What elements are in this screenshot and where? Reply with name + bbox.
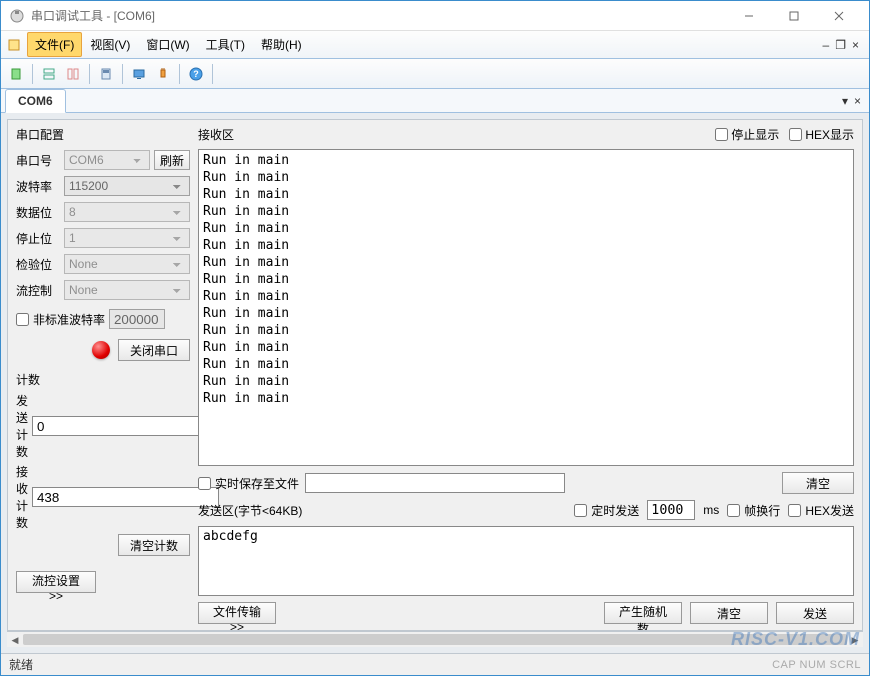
toolbar-calc-icon[interactable] (95, 63, 117, 85)
send-button[interactable]: 发送 (776, 602, 854, 624)
toolbar-monitor-icon[interactable] (128, 63, 150, 85)
timed-send-checkbox[interactable] (574, 504, 587, 517)
save-path-input[interactable] (305, 473, 565, 493)
window-title: 串口调试工具 - [COM6] (31, 7, 726, 24)
receive-textarea[interactable]: Run in main Run in main Run in main Run … (198, 149, 854, 466)
statusbar: 就绪 CAP NUM SCRL (1, 653, 869, 675)
tx-count-input[interactable] (32, 416, 219, 436)
new-window-icon[interactable] (5, 36, 23, 54)
clear-send-button[interactable]: 清空 (690, 602, 768, 624)
close-button[interactable] (816, 2, 861, 30)
toolbar-help-icon[interactable]: ? (185, 63, 207, 85)
nonstd-baud-input[interactable] (109, 309, 165, 329)
app-window: 串口调试工具 - [COM6] 文件(F) 视图(V) 窗口(W) 工具(T) … (0, 0, 870, 676)
baud-label: 波特率 (16, 178, 60, 195)
flowctrl-select[interactable]: None (64, 280, 190, 300)
toolbar: ? (1, 59, 869, 89)
hex-send-toggle[interactable]: HEX发送 (788, 502, 854, 519)
mdi-close-icon[interactable]: × (852, 38, 859, 52)
client-area: 串口配置 串口号 COM6 刷新 波特率 115200 数据位 8 停止位 1 (1, 113, 869, 653)
interval-input[interactable] (647, 500, 695, 520)
config-title: 串口配置 (16, 126, 190, 143)
ms-label: ms (703, 503, 719, 517)
file-transfer-button[interactable]: 文件传输>> (198, 602, 276, 624)
scroll-left-icon[interactable]: ◀ (7, 632, 23, 648)
port-label: 串口号 (16, 152, 60, 169)
tabstrip: COM6 ▾ × (1, 89, 869, 113)
stopbits-label: 停止位 (16, 230, 60, 247)
left-panel: 串口配置 串口号 COM6 刷新 波特率 115200 数据位 8 停止位 1 (8, 120, 198, 630)
rx-count-label: 接收计数 (16, 463, 28, 531)
close-port-button[interactable]: 关闭串口 (118, 339, 190, 361)
titlebar: 串口调试工具 - [COM6] (1, 1, 869, 31)
status-text: 就绪 (9, 656, 33, 673)
right-panel: 接收区 停止显示 HEX显示 Run in main Run in main R… (198, 120, 862, 630)
nonstd-baud-label: 非标准波特率 (33, 311, 105, 328)
recv-title: 接收区 (198, 126, 705, 143)
databits-select[interactable]: 8 (64, 202, 190, 222)
send-title: 发送区(字节<64KB) (198, 502, 566, 519)
mdi-minimize-icon[interactable]: – (823, 38, 830, 52)
toolbar-tile-v-icon[interactable] (62, 63, 84, 85)
parity-select[interactable]: None (64, 254, 190, 274)
status-indicator-icon (92, 341, 110, 359)
timed-send-toggle[interactable]: 定时发送 (574, 502, 639, 519)
hex-send-checkbox[interactable] (788, 504, 801, 517)
mdi-restore-icon[interactable]: ❐ (835, 38, 846, 52)
scroll-thumb[interactable] (23, 634, 847, 645)
flowctrl-label: 流控制 (16, 282, 60, 299)
stop-display-toggle[interactable]: 停止显示 (715, 126, 779, 143)
scroll-right-icon[interactable]: ▶ (847, 632, 863, 648)
svg-text:?: ? (193, 69, 199, 79)
horizontal-scrollbar[interactable]: ◀ ▶ (7, 631, 863, 647)
clear-count-button[interactable]: 清空计数 (118, 534, 190, 556)
databits-label: 数据位 (16, 204, 60, 221)
count-title: 计数 (16, 371, 190, 388)
frame-wrap-checkbox[interactable] (727, 504, 740, 517)
parity-label: 检验位 (16, 256, 60, 273)
menu-file[interactable]: 文件(F) (27, 32, 82, 57)
port-select[interactable]: COM6 (64, 150, 150, 170)
frame-wrap-toggle[interactable]: 帧换行 (727, 502, 780, 519)
menu-view[interactable]: 视图(V) (82, 32, 138, 57)
clear-recv-button[interactable]: 清空 (782, 472, 854, 494)
tab-dropdown-icon[interactable]: ▾ (842, 94, 848, 108)
menubar: 文件(F) 视图(V) 窗口(W) 工具(T) 帮助(H) – ❐ × (1, 31, 869, 59)
hex-display-toggle[interactable]: HEX显示 (789, 126, 854, 143)
stopbits-select[interactable]: 1 (64, 228, 190, 248)
tx-count-label: 发送计数 (16, 392, 28, 460)
nonstd-baud-checkbox[interactable] (16, 313, 29, 326)
status-indicators: CAP NUM SCRL (772, 659, 861, 671)
save-to-file-checkbox[interactable] (198, 477, 211, 490)
baud-select[interactable]: 115200 (64, 176, 190, 196)
menu-tools[interactable]: 工具(T) (198, 32, 253, 57)
tab-close-icon[interactable]: × (854, 94, 861, 108)
menu-help[interactable]: 帮助(H) (253, 32, 310, 57)
send-textarea[interactable]: abcdefg (198, 526, 854, 596)
save-to-file-toggle[interactable]: 实时保存至文件 (198, 475, 299, 492)
maximize-button[interactable] (771, 2, 816, 30)
menu-window[interactable]: 窗口(W) (138, 32, 197, 57)
gen-random-button[interactable]: 产生随机数 (604, 602, 682, 624)
minimize-button[interactable] (726, 2, 771, 30)
toolbar-new-icon[interactable] (5, 63, 27, 85)
toolbar-tile-h-icon[interactable] (38, 63, 60, 85)
hex-display-checkbox[interactable] (789, 128, 802, 141)
tab-com6[interactable]: COM6 (5, 89, 66, 113)
flow-settings-button[interactable]: 流控设置>> (16, 571, 96, 593)
rx-count-input[interactable] (32, 487, 219, 507)
toolbar-plug-icon[interactable] (152, 63, 174, 85)
stop-display-checkbox[interactable] (715, 128, 728, 141)
refresh-button[interactable]: 刷新 (154, 150, 190, 170)
app-icon (9, 8, 25, 24)
